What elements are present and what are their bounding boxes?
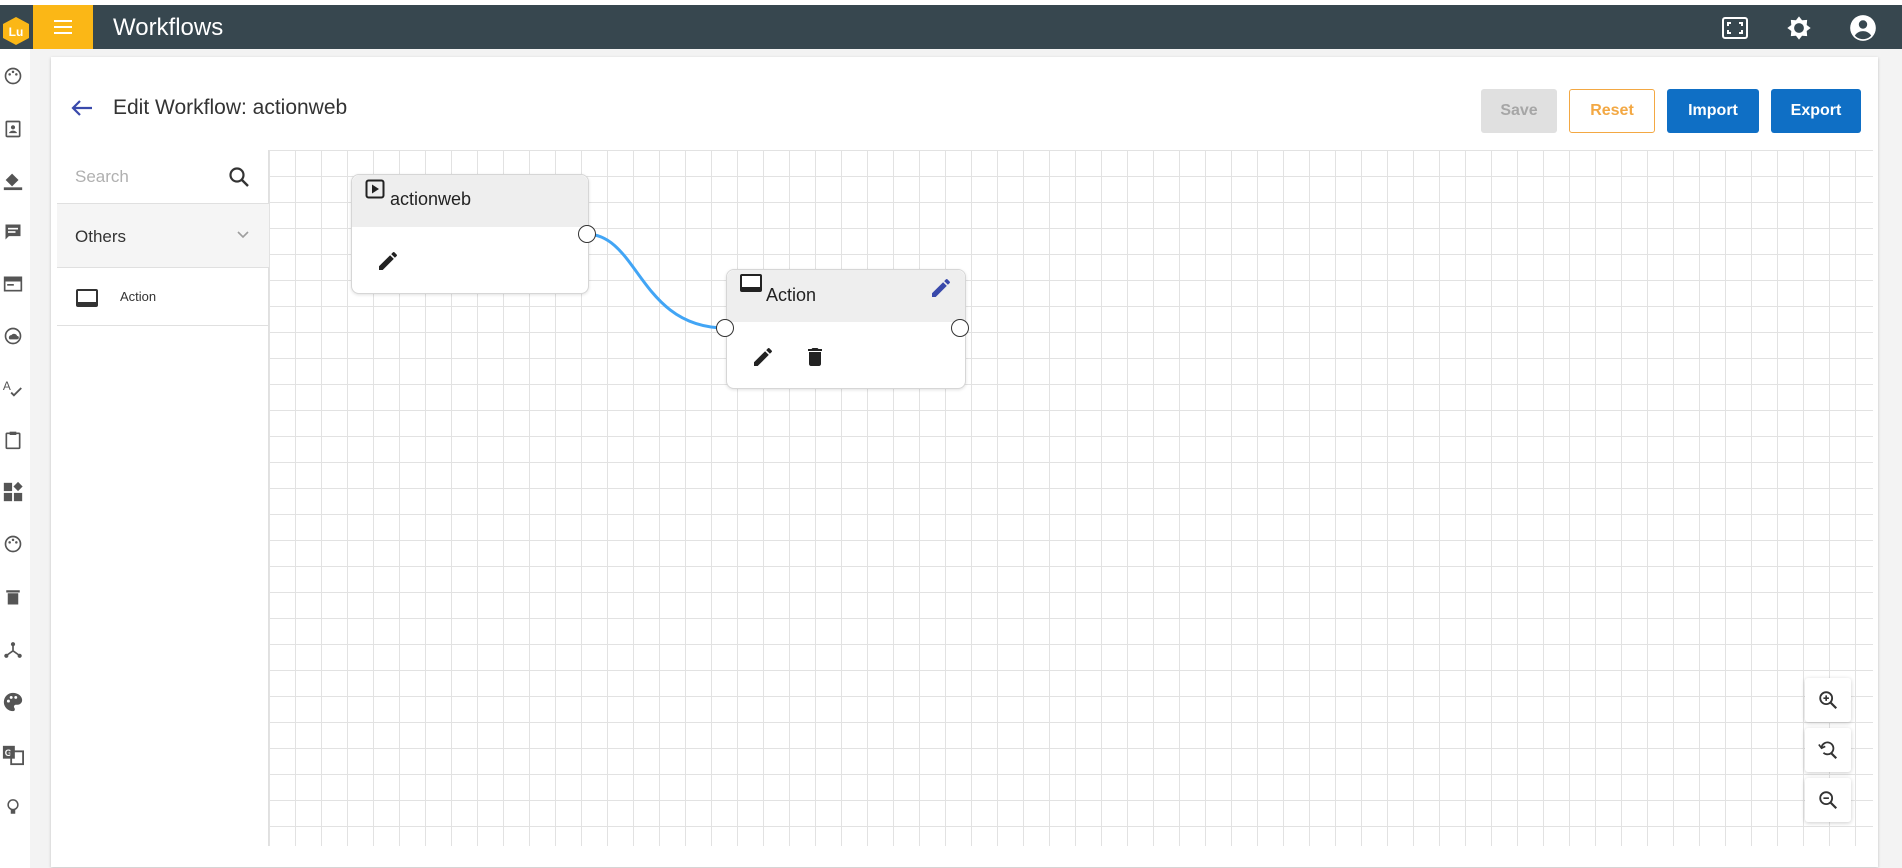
hub-icon[interactable] — [0, 637, 26, 663]
cloud-icon[interactable] — [0, 323, 26, 349]
app-logo: Lu — [3, 17, 29, 45]
search-icon[interactable] — [227, 165, 251, 189]
workflow-canvas[interactable]: actionweb Action — [269, 150, 1873, 846]
group-label: Others — [75, 227, 127, 246]
comment-icon[interactable] — [0, 219, 26, 245]
fullscreen-button[interactable] — [1720, 13, 1750, 43]
node-title: actionweb — [390, 189, 472, 209]
palette-item-label: Action — [120, 289, 157, 304]
zoom-out-icon — [1819, 791, 1838, 810]
delete-icon[interactable] — [803, 345, 827, 369]
import-button[interactable]: Import — [1667, 89, 1759, 133]
palette-icon[interactable] — [0, 531, 26, 557]
top-app-bar — [0, 5, 1902, 49]
left-nav-rail: A G — [0, 49, 30, 868]
hamburger-icon — [54, 20, 72, 34]
play-box-icon — [365, 179, 385, 199]
format-paint-icon[interactable] — [0, 167, 26, 193]
account-circle-icon — [1850, 15, 1876, 41]
zoom-reset-icon — [1818, 741, 1838, 760]
back-arrow-icon[interactable] — [70, 98, 94, 118]
node-actionweb[interactable]: actionweb — [351, 174, 596, 294]
clipboard-icon[interactable] — [0, 427, 26, 453]
svg-text:Lu: Lu — [9, 25, 24, 39]
app-title: Workflows — [113, 14, 224, 41]
export-button[interactable]: Export — [1771, 89, 1861, 133]
zoom-reset-button[interactable] — [1805, 728, 1851, 772]
node-header: actionweb — [352, 175, 588, 227]
translate-icon[interactable]: G — [0, 742, 26, 768]
edit-icon[interactable] — [929, 276, 953, 300]
edit-icon[interactable] — [376, 249, 400, 273]
node-title: Action — [766, 285, 817, 305]
spellcheck-icon[interactable]: A — [0, 375, 26, 401]
trash-icon[interactable] — [0, 584, 26, 610]
zoom-out-button[interactable] — [1805, 778, 1851, 822]
palette-icon[interactable] — [0, 63, 26, 89]
fullscreen-icon — [1722, 17, 1748, 39]
web-asset-icon — [76, 289, 98, 307]
svg-text:A: A — [3, 379, 11, 393]
page-title: Edit Workflow: actionweb — [113, 96, 348, 119]
color-palette-icon[interactable] — [0, 689, 26, 715]
node-action[interactable]: Action — [716, 269, 969, 389]
output-port[interactable] — [578, 225, 596, 243]
web-asset-icon — [740, 274, 762, 292]
zoom-in-button[interactable] — [1805, 678, 1851, 722]
menu-button[interactable] — [33, 5, 93, 49]
account-button[interactable] — [1848, 13, 1878, 43]
reset-button[interactable]: Reset — [1569, 89, 1655, 133]
save-button[interactable]: Save — [1481, 89, 1557, 133]
search-input[interactable] — [75, 164, 215, 190]
brightness-icon — [1787, 16, 1811, 40]
widgets-icon[interactable] — [0, 479, 26, 505]
palette-group-others[interactable]: Others — [57, 204, 269, 268]
lightbulb-icon[interactable] — [0, 794, 26, 820]
chevron-down-icon — [237, 231, 249, 239]
contact-icon[interactable] — [0, 116, 26, 142]
settings-button[interactable] — [1784, 13, 1814, 43]
zoom-in-icon — [1819, 691, 1838, 710]
output-port[interactable] — [951, 319, 969, 337]
node-header: Action — [727, 270, 965, 322]
logo-column: Lu — [0, 5, 33, 49]
palette-item-action[interactable]: Action — [57, 268, 269, 326]
web-icon[interactable] — [0, 271, 26, 297]
palette-search — [57, 150, 269, 204]
edit-icon[interactable] — [751, 345, 775, 369]
input-port[interactable] — [716, 319, 734, 337]
